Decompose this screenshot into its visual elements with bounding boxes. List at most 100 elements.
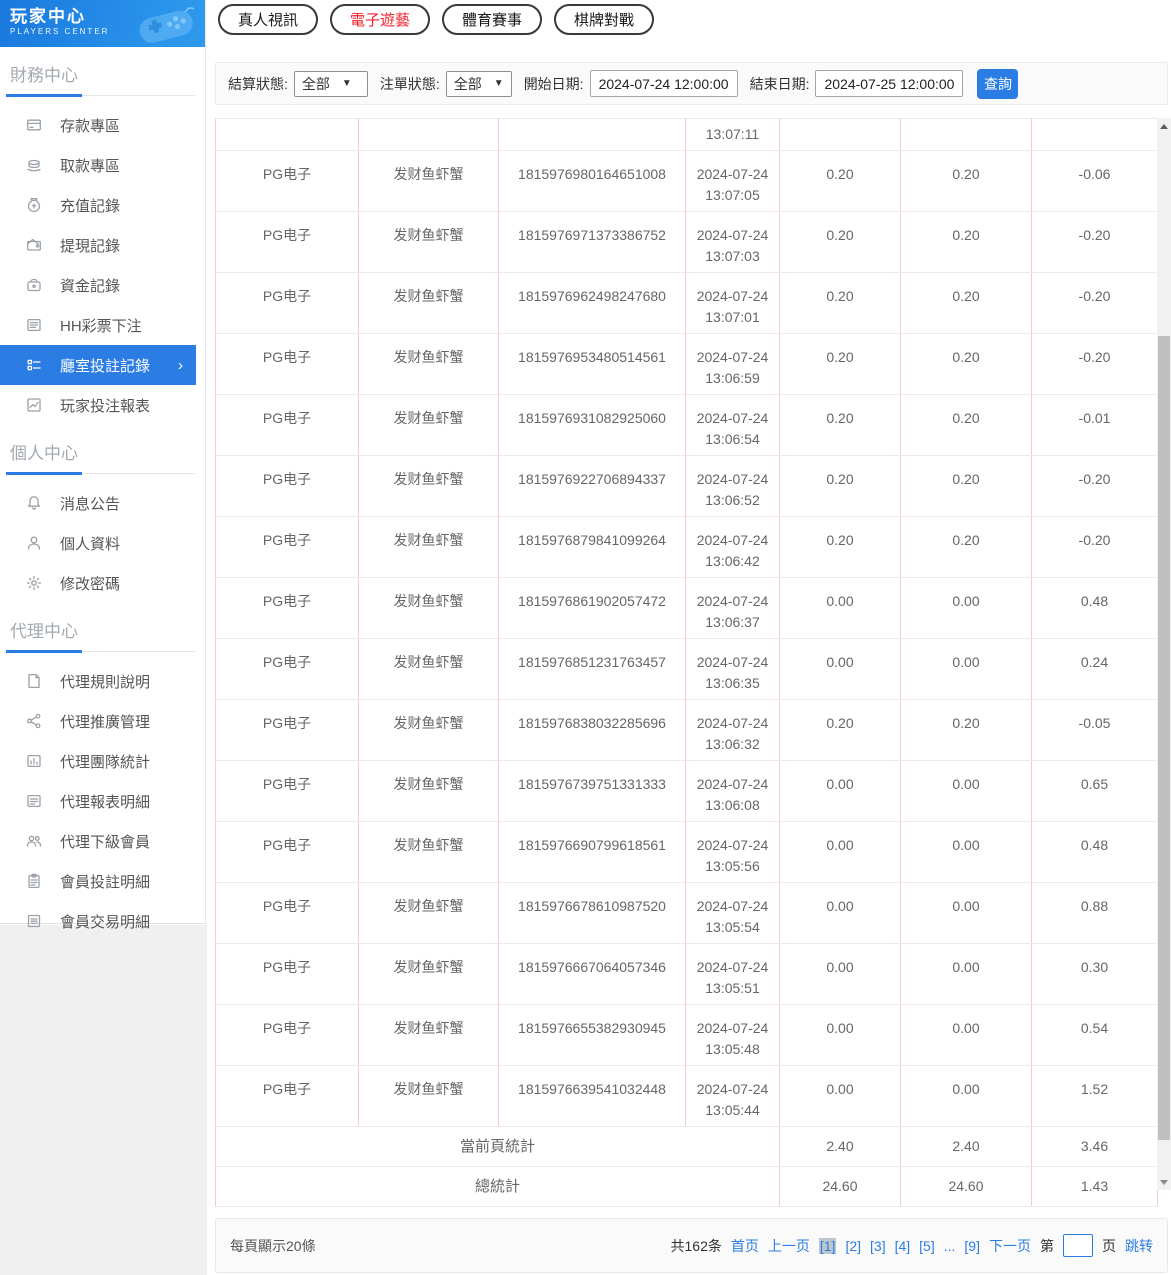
sidebar-item-0-1[interactable]: 取款專區 [0, 145, 205, 185]
sidebar-item-2-3[interactable]: 代理報表明細 [0, 781, 205, 821]
cell-game: 发财鱼虾蟹 [358, 1004, 499, 1066]
page-link-3[interactable]: [3] [870, 1238, 886, 1254]
sidebar-item-label: 代理報表明細 [60, 793, 151, 811]
document-icon [26, 673, 42, 689]
next-page-link[interactable]: 下一页 [989, 1236, 1031, 1256]
sidebar-item-0-0[interactable]: 存款專區 [0, 105, 205, 145]
main-content: 真人視訊 電子遊藝 體育賽事 棋牌對戰 結算狀態: 全部 ▼ 注單狀態: 全部 ▼ 開… [207, 0, 1171, 1275]
chevron-right-icon: › [178, 356, 183, 374]
cell-game: 发财鱼虾蟹 [358, 516, 499, 578]
scrollbar-thumb[interactable] [1158, 336, 1170, 1140]
total-summary-bet: 24.60 [779, 1166, 901, 1207]
cell-platform: PG电子 [215, 577, 359, 639]
sidebar-item-1-1[interactable]: 個人資料 [0, 523, 205, 563]
cell-bet: 0.00 [779, 577, 901, 639]
cell-valid: 0.00 [900, 943, 1032, 1005]
jump-prefix-label: 第 [1040, 1237, 1054, 1254]
cell-profit: -0.05 [1031, 699, 1158, 761]
cell-order: 1815976739751331333 [498, 760, 686, 822]
cell-valid: 0.00 [900, 760, 1032, 822]
cell-bet: 0.00 [779, 1004, 901, 1066]
end-date-input[interactable]: 2024-07-25 12:00:00 [815, 70, 964, 97]
sidebar-item-0-6[interactable]: 廳室投註記錄 › [0, 345, 196, 385]
sidebar-item-0-4[interactable]: 資金記錄 [0, 265, 205, 305]
sidebar-item-1-2[interactable]: 修改密碼 [0, 563, 205, 603]
page-link-1[interactable]: [1] [818, 1237, 837, 1254]
cell-profit: -0.20 [1031, 272, 1158, 334]
sidebar-item-label: HH彩票下注 [60, 317, 142, 335]
order-status-label: 注單狀態: [379, 75, 440, 92]
table-row: PG电子 发财鱼虾蟹 1815976838032285696 2024-07-24 13… [215, 699, 1158, 761]
bet-records-icon [26, 357, 42, 373]
prev-page-link[interactable]: 上一页 [768, 1236, 810, 1256]
sidebar-item-0-3[interactable]: 提現記錄 [0, 225, 205, 265]
page-summary-profit: 3.46 [1031, 1126, 1158, 1167]
scroll-up-icon[interactable] [1157, 118, 1171, 134]
cell-datetime: 2024-07-24 13:06:37 [685, 577, 780, 639]
tab-2[interactable]: 體育賽事 [442, 4, 542, 35]
page-link-5[interactable]: [5] [919, 1238, 935, 1254]
cell-valid: 0.00 [900, 1065, 1032, 1127]
cell-valid: 0.00 [900, 577, 1032, 639]
tab-0[interactable]: 真人視訊 [218, 4, 318, 35]
cell-profit [1031, 118, 1158, 151]
cell-profit: 1.52 [1031, 1065, 1158, 1127]
sidebar-item-0-5[interactable]: HH彩票下注 [0, 305, 205, 345]
sidebar-item-2-6[interactable]: 會員交易明細 [0, 901, 205, 941]
cell-profit: 0.88 [1031, 882, 1158, 944]
sidebar-item-0-7[interactable]: 玩家投注報表 [0, 385, 205, 425]
total-summary-label: 總統計 [215, 1166, 780, 1207]
cell-profit: 0.48 [1031, 821, 1158, 883]
sidebar-item-2-1[interactable]: 代理推廣管理 [0, 701, 205, 741]
cell-platform: PG电子 [215, 333, 359, 395]
cell-profit: 0.48 [1031, 577, 1158, 639]
cell-datetime: 2024-07-24 13:05:48 [685, 1004, 780, 1066]
share-icon [26, 713, 42, 729]
cell-order: 1815976980164651008 [498, 150, 686, 212]
settle-status-select[interactable]: 全部 ▼ [293, 70, 368, 97]
settle-status-value: 全部 [301, 75, 330, 92]
scroll-down-icon[interactable] [1157, 1174, 1171, 1190]
start-date-input[interactable]: 2024-07-24 12:00:00 [589, 70, 738, 97]
page-link-last[interactable]: [9] [964, 1238, 980, 1254]
cell-order [498, 118, 686, 151]
vertical-scrollbar[interactable] [1157, 118, 1171, 1190]
sidebar-item-2-2[interactable]: 代理團隊統計 [0, 741, 205, 781]
cell-bet: 0.20 [779, 333, 901, 395]
deposit-icon [26, 117, 42, 133]
cell-valid: 0.20 [900, 333, 1032, 395]
cell-valid: 0.20 [900, 699, 1032, 761]
cell-game: 发财鱼虾蟹 [358, 760, 499, 822]
table-row: PG电子 发财鱼虾蟹 1815976655382930945 2024-07-24 13… [215, 1004, 1158, 1066]
search-button[interactable]: 查詢 [977, 68, 1019, 99]
page-jump-input[interactable] [1063, 1234, 1093, 1257]
bet-report-icon [26, 397, 42, 413]
page-summary-row: 當前頁統計 2.40 2.40 3.46 [215, 1126, 1158, 1167]
cell-valid: 0.00 [900, 638, 1032, 700]
sidebar-item-2-0[interactable]: 代理規則說明 [0, 661, 205, 701]
table-row: PG电子 发财鱼虾蟹 1815976861902057472 2024-07-24 13… [215, 577, 1158, 639]
tab-1[interactable]: 電子遊藝 [330, 4, 430, 35]
sidebar-item-label: 代理規則說明 [60, 673, 151, 691]
cell-datetime: 2024-07-24 13:06:59 [685, 333, 780, 395]
cell-platform: PG电子 [215, 150, 359, 212]
cell-bet: 0.20 [779, 211, 901, 273]
sidebar-item-1-0[interactable]: 消息公告 [0, 483, 205, 523]
first-page-link[interactable]: 首页 [731, 1236, 759, 1256]
page-number-links: [1] [2] [3] [4] [5]... [9] [818, 1237, 980, 1254]
sidebar-item-2-5[interactable]: 會員投註明細 [0, 861, 205, 901]
sidebar-item-0-2[interactable]: 充值記錄 [0, 185, 205, 225]
cell-profit: 0.54 [1031, 1004, 1158, 1066]
total-count-text: 共162条 [670, 1237, 722, 1254]
jump-button[interactable]: 跳转 [1125, 1236, 1153, 1256]
sidebar-item-2-4[interactable]: 代理下級會員 [0, 821, 205, 861]
page-link-2[interactable]: [2] [845, 1238, 861, 1254]
cell-game: 发财鱼虾蟹 [358, 1065, 499, 1127]
pagination-bar: 每頁顯示20條 共162条 首页 上一页 [1] [2] [3] [4] [5]...[… [215, 1218, 1168, 1273]
page-link-4[interactable]: [4] [895, 1238, 911, 1254]
cell-time: 13:07:11 [685, 118, 780, 151]
cell-profit: -0.20 [1031, 211, 1158, 273]
order-status-select[interactable]: 全部 ▼ [445, 70, 512, 97]
sidebar-item-label: 資金記錄 [60, 277, 121, 295]
tab-3[interactable]: 棋牌對戰 [554, 4, 654, 35]
